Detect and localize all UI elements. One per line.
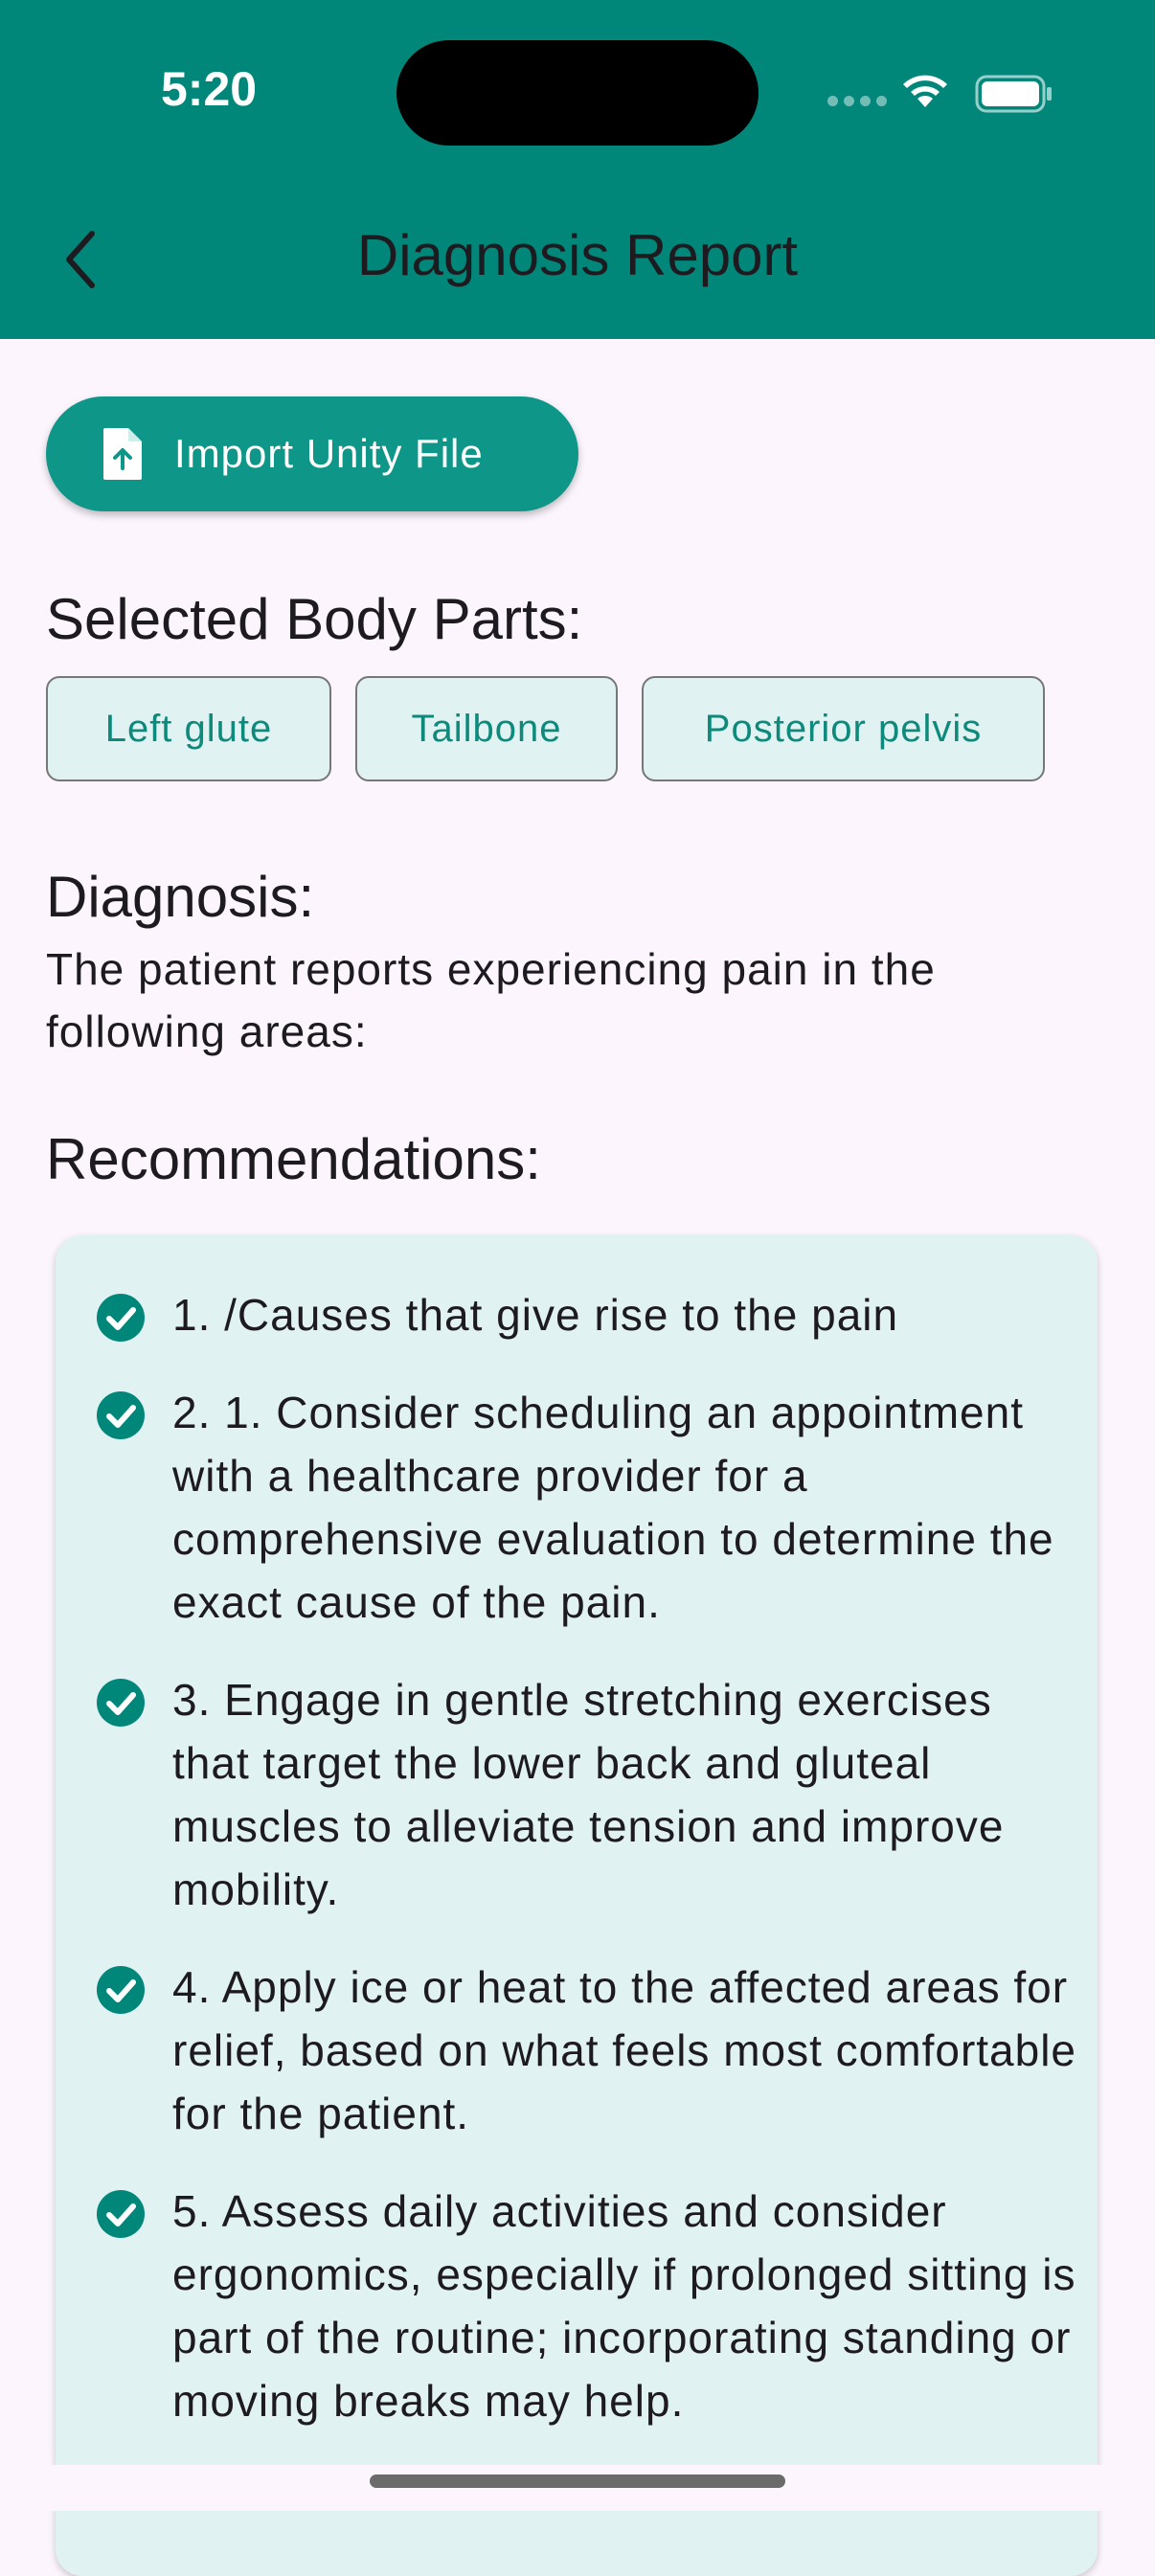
check-circle-icon (97, 1391, 145, 1439)
dynamic-island (396, 40, 759, 146)
home-indicator[interactable] (370, 2474, 785, 2488)
selected-body-parts-heading: Selected Body Parts: (46, 587, 583, 651)
check-circle-icon (97, 1679, 145, 1727)
file-upload-icon (103, 428, 142, 480)
recommendations-heading: Recommendations: (46, 1127, 541, 1191)
import-unity-file-button[interactable]: Import Unity File (46, 396, 578, 511)
check-circle-icon (97, 1966, 145, 2014)
import-button-label: Import Unity File (174, 431, 484, 476)
body-part-chip[interactable]: Left glute (46, 676, 331, 781)
recommendation-text: 4. Apply ice or heat to the affected are… (172, 1962, 1077, 2138)
bottom-safe-area (0, 2465, 1155, 2511)
recommendation-text: 2. 1. Consider scheduling an appointment… (172, 1388, 1054, 1627)
app-bar: 5:20 Diagnosis Report (0, 0, 1155, 339)
status-time: 5:20 (161, 62, 258, 116)
check-circle-icon (97, 1294, 145, 1342)
recommendation-text: 3. Engage in gentle stretching exercises… (172, 1675, 1005, 1914)
battery-icon (975, 75, 1052, 113)
diagnosis-heading: Diagnosis: (46, 865, 315, 929)
page-title: Diagnosis Report (356, 223, 799, 287)
cellular-signal-icon (827, 96, 887, 106)
check-circle-icon (97, 2190, 145, 2238)
wifi-icon (903, 75, 947, 107)
body-part-chip[interactable]: Posterior pelvis (642, 676, 1045, 781)
recommendation-text: 1. /Causes that give rise to the pain (172, 1290, 899, 1340)
recommendations-card: 1. /Causes that give rise to the pain 2.… (56, 1235, 1098, 2576)
diagnosis-text: The patient reports experiencing pain in… (46, 944, 936, 1056)
recommendation-text: 5. Assess daily activities and consider … (172, 2186, 1076, 2426)
body-part-chip[interactable]: Tailbone (355, 676, 618, 781)
